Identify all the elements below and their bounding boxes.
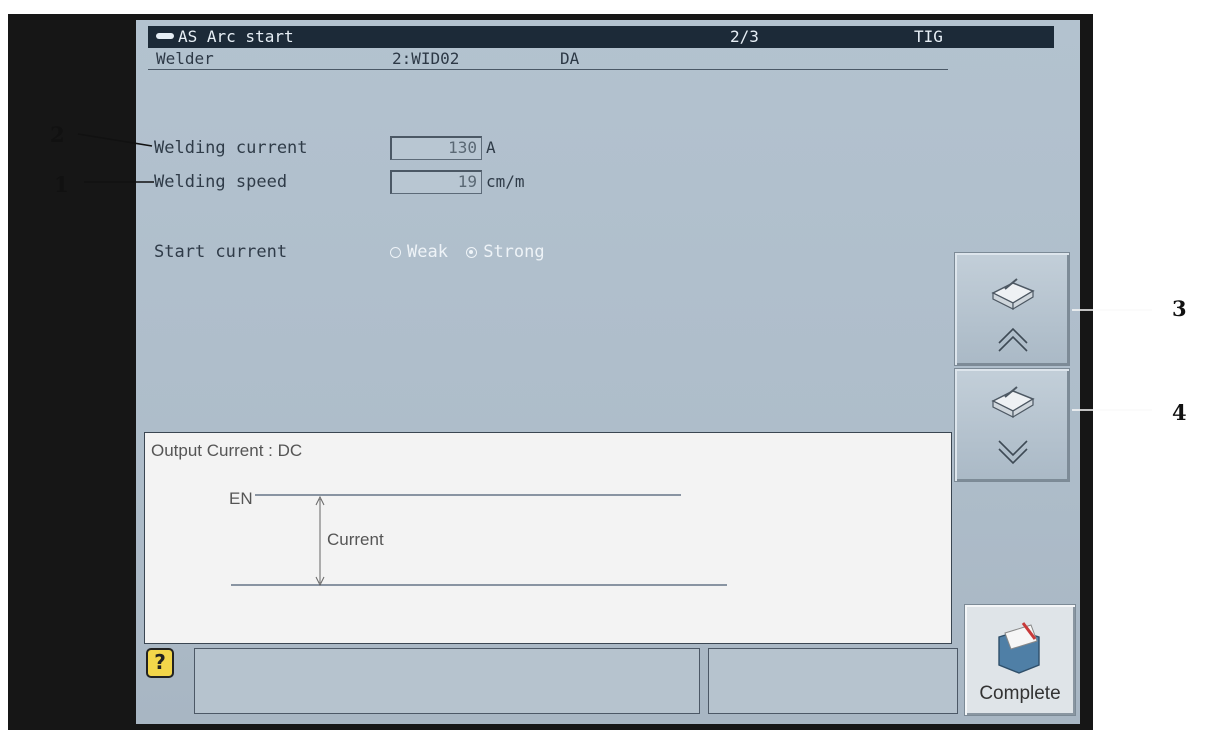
book-up-icon — [991, 278, 1035, 352]
welding-current-unit: A — [486, 138, 496, 157]
welding-mode: TIG — [914, 27, 943, 46]
callout-3: 3 — [1172, 296, 1187, 321]
start-current-label: Start current — [154, 242, 288, 262]
welding-speed-field[interactable]: 19 — [390, 170, 482, 194]
output-current-panel: Output Current : DC EN Current — [144, 432, 952, 644]
welder-id: 2:WID02 — [392, 49, 460, 68]
output-current-diagram: Current — [231, 494, 727, 587]
callout-2: 2 — [50, 122, 65, 147]
screen: AS Arc start 2/3 TIG Welder 2:WID02 DA W… — [136, 20, 1080, 724]
start-current-weak-radio[interactable]: Weak — [390, 242, 448, 262]
page-up-button[interactable] — [954, 252, 1070, 366]
start-current-radio-group: Weak Strong — [390, 242, 553, 263]
title-bar: AS Arc start 2/3 TIG — [148, 26, 1054, 48]
page-indicator: 2/3 — [730, 27, 759, 46]
help-icon[interactable]: ? — [146, 648, 174, 678]
callout-4: 4 — [1172, 400, 1187, 425]
start-current-strong-radio[interactable]: Strong — [466, 242, 545, 262]
welding-speed-label: Welding speed — [154, 172, 288, 192]
welder-label: Welder — [156, 49, 214, 68]
welding-speed-unit: cm/m — [486, 172, 525, 191]
radio-unselected-icon — [390, 246, 401, 258]
page-title: AS Arc start — [178, 27, 294, 46]
book-down-icon — [991, 386, 1035, 465]
callout-1: 1 — [54, 172, 69, 197]
status-field-main — [194, 648, 700, 714]
welding-current-label: Welding current — [154, 138, 308, 158]
wrench-icon — [156, 32, 174, 39]
welder-type: DA — [560, 49, 580, 68]
status-field-secondary — [708, 648, 958, 714]
complete-button[interactable]: Complete — [964, 604, 1076, 716]
complete-label: Complete — [979, 683, 1061, 704]
folder-check-icon — [998, 622, 1040, 674]
radio-selected-icon — [466, 246, 478, 258]
current-label: Current — [327, 530, 384, 549]
page-down-button[interactable] — [954, 368, 1070, 482]
welding-current-field[interactable]: 130 — [390, 136, 482, 160]
welder-bar: Welder 2:WID02 DA — [148, 48, 948, 70]
